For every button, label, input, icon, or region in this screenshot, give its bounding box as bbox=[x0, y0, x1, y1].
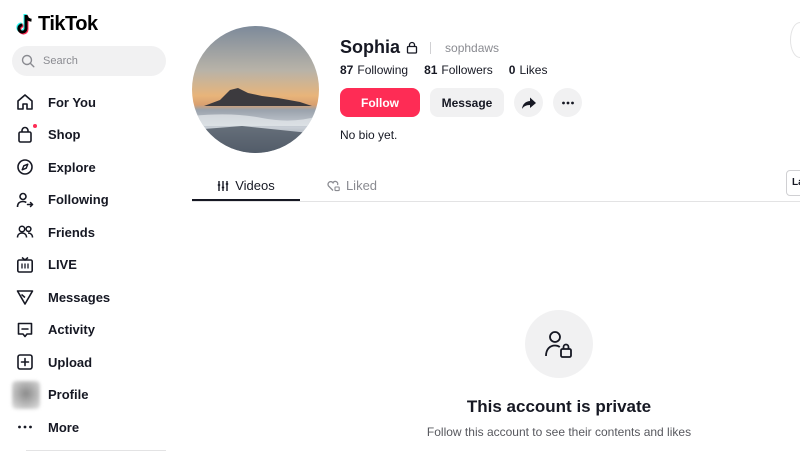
shop-bag-icon bbox=[16, 123, 37, 144]
profile-actions: Follow Message bbox=[340, 88, 582, 117]
home-icon bbox=[16, 93, 34, 111]
sidebar-item-label: Messages bbox=[48, 289, 111, 305]
stat-followers[interactable]: 81 Followers bbox=[424, 63, 493, 77]
avatar bbox=[12, 380, 40, 409]
profile-avatar-thumb bbox=[12, 380, 40, 409]
share-button[interactable] bbox=[514, 88, 543, 117]
user-following-icon bbox=[16, 191, 34, 209]
lock-icon bbox=[406, 41, 418, 54]
sidebar-nav: For You Shop Explore Following Friends L… bbox=[12, 86, 166, 444]
tab-liked[interactable]: Liked bbox=[312, 170, 392, 201]
sidebar-item-label: Explore bbox=[48, 159, 96, 175]
sidebar-item-for-you[interactable]: For You bbox=[16, 86, 166, 119]
edge-circle-button[interactable] bbox=[790, 22, 800, 58]
stat-likes: 0 Likes bbox=[509, 63, 548, 77]
live-tv-icon bbox=[16, 256, 34, 274]
profile-stats: 87 Following 81 Followers 0 Likes bbox=[340, 63, 547, 77]
heart-lock-icon bbox=[327, 180, 340, 191]
sidebar-item-activity[interactable]: Activity bbox=[16, 314, 166, 347]
sidebar-item-label: More bbox=[48, 419, 80, 435]
followers-count: 81 bbox=[424, 63, 438, 77]
sidebar-item-explore[interactable]: Explore bbox=[16, 151, 166, 184]
more-options-button[interactable] bbox=[553, 88, 582, 117]
logo-text: TikTok bbox=[38, 13, 98, 35]
message-button[interactable]: Message bbox=[430, 88, 504, 117]
sidebar-item-label: For You bbox=[48, 94, 96, 110]
sidebar-item-label: Upload bbox=[48, 354, 93, 370]
profile-name-row: Sophia sophdaws bbox=[340, 37, 499, 58]
tab-videos[interactable]: Videos bbox=[192, 170, 300, 201]
latest-sort-button[interactable]: La bbox=[786, 170, 800, 196]
profile-tabs: Videos Liked bbox=[192, 170, 800, 202]
sidebar-item-following[interactable]: Following bbox=[16, 184, 166, 217]
likes-label: Likes bbox=[519, 63, 548, 77]
search-icon bbox=[21, 54, 35, 68]
follow-button[interactable]: Follow bbox=[340, 88, 420, 117]
tab-label: Videos bbox=[235, 178, 275, 193]
sidebar-item-label: Following bbox=[48, 192, 109, 208]
sidebar-item-profile[interactable]: Profile bbox=[12, 379, 166, 412]
followers-label: Followers bbox=[441, 63, 493, 77]
activity-message-icon bbox=[16, 321, 34, 339]
landscape-photo bbox=[192, 26, 319, 153]
sidebar-item-live[interactable]: LIVE bbox=[16, 249, 166, 282]
tiktok-note-icon bbox=[16, 13, 32, 35]
compass-icon bbox=[16, 158, 34, 176]
ellipsis-icon bbox=[16, 418, 34, 436]
paper-plane-icon bbox=[16, 288, 34, 306]
private-account-title: This account is private bbox=[466, 397, 652, 416]
stat-following[interactable]: 87 Following bbox=[340, 63, 408, 77]
sidebar-item-friends[interactable]: Friends bbox=[16, 216, 166, 249]
likes-count: 0 bbox=[508, 63, 516, 77]
ellipsis-icon bbox=[561, 101, 574, 104]
following-label: Following bbox=[357, 63, 409, 77]
sidebar-item-shop[interactable]: Shop bbox=[16, 119, 166, 152]
search-box[interactable] bbox=[12, 46, 166, 76]
plus-square-icon bbox=[16, 353, 34, 371]
divider bbox=[26, 450, 166, 451]
active-tab-indicator bbox=[192, 199, 300, 201]
sidebar-item-more[interactable]: More bbox=[16, 411, 166, 444]
profile-avatar[interactable] bbox=[192, 26, 319, 153]
following-count: 87 bbox=[340, 63, 354, 77]
sidebar-item-upload[interactable]: Upload bbox=[16, 346, 166, 379]
sidebar: TikTok For You Shop Explore bbox=[0, 0, 180, 452]
sidebar-item-label: Friends bbox=[48, 224, 95, 240]
private-account-icon-wrap bbox=[525, 310, 593, 378]
tiktok-logo[interactable]: TikTok bbox=[16, 13, 98, 36]
sidebar-item-label: LIVE bbox=[48, 257, 77, 273]
profile-bio: No bio yet. bbox=[340, 128, 398, 142]
share-arrow-icon bbox=[521, 97, 536, 109]
sidebar-item-messages[interactable]: Messages bbox=[16, 281, 166, 314]
grid-bars-icon bbox=[218, 180, 229, 191]
friends-icon bbox=[16, 223, 34, 241]
profile-name: Sophia bbox=[340, 37, 401, 57]
tab-label: Liked bbox=[345, 178, 378, 193]
sidebar-item-label: Activity bbox=[48, 322, 95, 338]
sidebar-item-label: Profile bbox=[48, 387, 89, 403]
private-account-subtitle: Follow this account to see their content… bbox=[426, 425, 692, 439]
user-lock-icon bbox=[545, 331, 572, 358]
search-input[interactable] bbox=[43, 55, 153, 67]
notification-dot bbox=[33, 123, 37, 128]
handle-separator bbox=[430, 41, 432, 54]
profile-handle: sophdaws bbox=[445, 40, 500, 55]
sidebar-item-label: Shop bbox=[48, 127, 81, 143]
